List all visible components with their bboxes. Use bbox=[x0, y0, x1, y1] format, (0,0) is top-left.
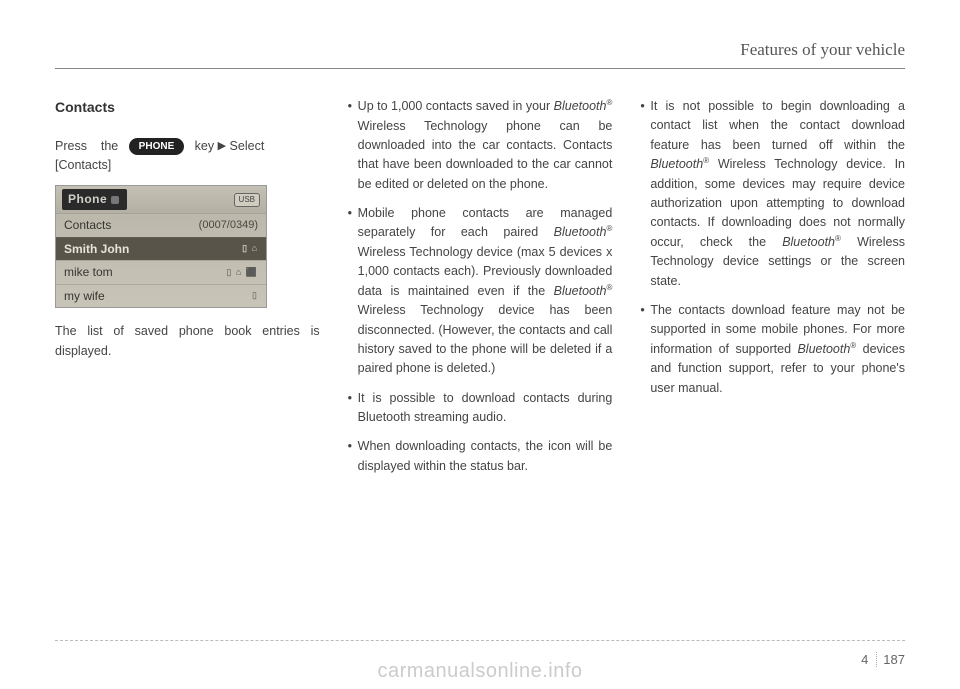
phone-label-text: Phone bbox=[68, 190, 107, 209]
c2b2e: Wireless Technology device has been disc… bbox=[358, 303, 613, 375]
text-select: Select bbox=[230, 139, 265, 153]
text-press: Press bbox=[55, 139, 87, 153]
c2b1c: Wireless Technology phone can be downloa… bbox=[358, 119, 613, 191]
screenshot-row-2: mike tom ▯ ⌂ ⬛ bbox=[56, 260, 266, 284]
reg1: ® bbox=[606, 98, 612, 107]
screenshot-row-1: Smith John ▯ ⌂ bbox=[56, 237, 266, 261]
bluetooth-icon bbox=[111, 196, 119, 204]
text-the: the bbox=[101, 139, 118, 153]
triangle-right-icon: ▶ bbox=[218, 140, 226, 152]
contacts-label: Contacts bbox=[64, 216, 111, 235]
reg3: ® bbox=[606, 283, 612, 292]
c3b2b: Bluetooth bbox=[797, 342, 850, 356]
screenshot-row-3: my wife ▯ bbox=[56, 284, 266, 308]
col3-bullet-1: It is not possible to begin downloading … bbox=[640, 97, 905, 291]
watermark: carmanualsonline.info bbox=[0, 660, 960, 683]
row1-icons: ▯ ⌂ bbox=[242, 242, 258, 256]
contacts-count: (0007/0349) bbox=[199, 217, 258, 234]
col2-bullet-2: Mobile phone contacts are managed separa… bbox=[348, 204, 613, 379]
col3-bullet-2: The contacts download feature may not be… bbox=[640, 301, 905, 398]
contact-name-3: my wife bbox=[64, 287, 105, 306]
c2b1a: Up to 1,000 contacts saved in your bbox=[358, 99, 554, 113]
row2-icons: ▯ ⌂ ⬛ bbox=[226, 266, 258, 280]
screenshot-contacts-header: Contacts (0007/0349) bbox=[56, 213, 266, 237]
phone-key-badge: PHONE bbox=[129, 138, 185, 156]
screenshot-statusbar: Phone USB bbox=[56, 186, 266, 213]
reg2: ® bbox=[606, 224, 612, 233]
screenshot-phone-label: Phone bbox=[62, 189, 127, 210]
row3-icons: ▯ bbox=[252, 289, 258, 303]
c2b1b: Bluetooth bbox=[554, 99, 607, 113]
usb-badge: USB bbox=[234, 193, 260, 207]
footer-divider bbox=[55, 640, 905, 641]
press-instruction: Press the PHONE key ▶ Select [Contacts] bbox=[55, 137, 320, 176]
c3b1d: Bluetooth bbox=[782, 235, 835, 249]
text-key: key bbox=[195, 139, 214, 153]
screenshot-caption: The list of saved phone book entries is … bbox=[55, 322, 320, 361]
c2b2d: Bluetooth bbox=[554, 284, 607, 298]
col2-bullet-4: When downloading contacts, the icon will… bbox=[348, 437, 613, 476]
section-title-contacts: Contacts bbox=[55, 97, 320, 119]
col2-list: Up to 1,000 contacts saved in your Bluet… bbox=[348, 97, 613, 476]
header-title: Features of your vehicle bbox=[740, 40, 905, 59]
contact-name-2: mike tom bbox=[64, 263, 113, 282]
column-1: Contacts Press the PHONE key ▶ Select [C… bbox=[55, 97, 320, 486]
contact-name-1: Smith John bbox=[64, 240, 129, 259]
c3b1b: Bluetooth bbox=[650, 157, 703, 171]
col2-bullet-1: Up to 1,000 contacts saved in your Bluet… bbox=[348, 97, 613, 194]
col3-list: It is not possible to begin downloading … bbox=[640, 97, 905, 398]
column-3: It is not possible to begin downloading … bbox=[640, 97, 905, 486]
c3b1a: It is not possible to begin downloading … bbox=[650, 99, 905, 152]
col2-bullet-3: It is possible to download contacts duri… bbox=[348, 389, 613, 428]
column-2: Up to 1,000 contacts saved in your Bluet… bbox=[348, 97, 613, 486]
page-header: Features of your vehicle bbox=[55, 40, 905, 69]
radio-screenshot: Phone USB Contacts (0007/0349) Smith Joh… bbox=[55, 185, 267, 308]
content-columns: Contacts Press the PHONE key ▶ Select [C… bbox=[55, 97, 905, 486]
c2b2b: Bluetooth bbox=[554, 226, 607, 240]
text-contacts-bracket: [Contacts] bbox=[55, 158, 111, 172]
